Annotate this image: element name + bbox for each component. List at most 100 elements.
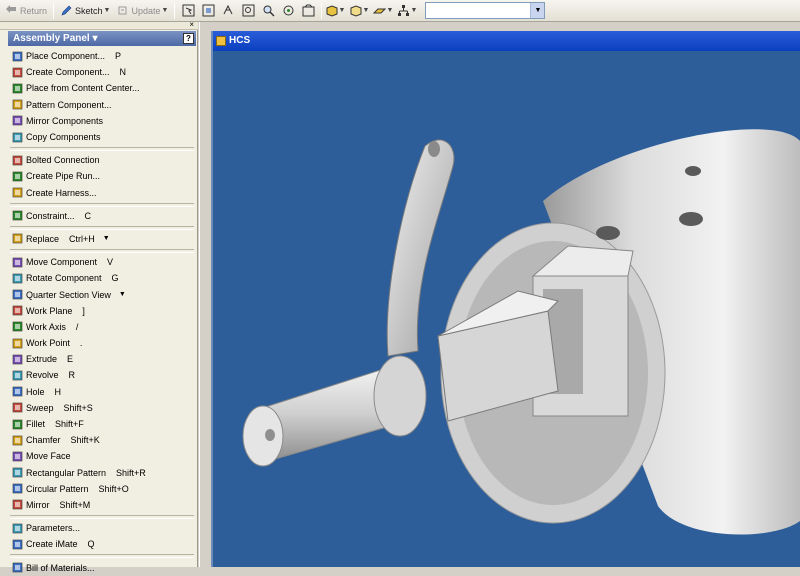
panel-divider xyxy=(10,554,194,559)
panel-command-label: Work Plane xyxy=(26,305,73,316)
panel-command-imate[interactable]: Create iMate Q xyxy=(8,536,196,552)
panel-command-rotate-component[interactable]: Rotate Component G xyxy=(8,270,196,286)
panel-command-chamfer[interactable]: Chamfer Shift+K xyxy=(8,432,196,448)
panel-command-shortcut: H xyxy=(54,386,62,397)
select-tool-button[interactable] xyxy=(178,2,198,20)
panel-command-label: Circular Pattern xyxy=(26,483,89,494)
sketch-button[interactable]: Sketch ▼ xyxy=(57,2,113,20)
panel-command-hole[interactable]: Hole H xyxy=(8,384,196,400)
panel-divider xyxy=(10,515,194,520)
panel-command-work-point[interactable]: Work Point. xyxy=(8,335,196,351)
structure-dropdown-icon[interactable]: ▼ xyxy=(411,7,418,14)
panel-command-replace[interactable]: Replace Ctrl+H ▼ xyxy=(8,231,196,247)
panel-header[interactable]: Assembly Panel ▾ ? xyxy=(8,31,196,46)
panel-command-work-axis[interactable]: Work Axis / xyxy=(8,319,196,335)
zoom-button[interactable] xyxy=(238,2,258,20)
panel-command-bill-of-materials[interactable]: Bill of Materials... xyxy=(8,559,196,575)
graphics-window[interactable]: HCS xyxy=(211,31,800,567)
update-button[interactable]: Update ▼ xyxy=(113,2,171,20)
panel-command-mirror-components[interactable]: Mirror Components xyxy=(8,113,196,129)
panel-command-mirror[interactable]: Mirror Shift+M xyxy=(8,497,196,513)
panel-command-work-plane[interactable]: Work Plane] xyxy=(8,303,196,319)
harness-icon xyxy=(12,187,23,198)
graphics-window-title: HCS xyxy=(229,35,251,46)
panel-command-revolve[interactable]: Revolve R xyxy=(8,367,196,383)
ground-plane-icon xyxy=(373,8,386,14)
lever-arm xyxy=(386,139,455,357)
structure-button[interactable]: ▼ xyxy=(397,2,417,20)
panel-title-dropdown-icon[interactable]: ▾ xyxy=(93,33,98,44)
camera-mode-button[interactable]: ▼ xyxy=(349,2,369,20)
panel-grip[interactable]: × xyxy=(0,20,198,30)
create-component-icon xyxy=(12,67,23,78)
panel-command-place-component[interactable]: Place Component... P xyxy=(8,48,196,64)
panel-command-sweep[interactable]: Sweep Shift+S xyxy=(8,400,196,416)
panel-command-label: Bolted Connection xyxy=(26,155,100,166)
panel-close-icon[interactable]: × xyxy=(189,20,194,29)
panel-command-pipe-run[interactable]: Create Pipe Run... xyxy=(8,168,196,184)
panel-command-label: Place Component... xyxy=(26,51,106,62)
panel-command-move-face[interactable]: Move Face xyxy=(8,448,196,464)
work-point-icon xyxy=(12,338,23,348)
panel-command-circular-pattern[interactable]: Circular Pattern Shift+O xyxy=(8,481,196,497)
panel-command-shortcut: N xyxy=(119,67,127,78)
panel-command-extrude[interactable]: Extrude E xyxy=(8,351,196,367)
panel-command-bolted-connection[interactable]: Bolted Connection xyxy=(8,152,196,168)
panel-command-pattern-component[interactable]: Pattern Component... xyxy=(8,97,196,113)
zoom-icon xyxy=(242,4,255,17)
panel-command-shortcut: Shift+O xyxy=(98,483,129,494)
panel-command-fillet[interactable]: Fillet Shift+F xyxy=(8,416,196,432)
panel-command-create-component[interactable]: Create Component... N xyxy=(8,64,196,80)
panel-command-content-center[interactable]: Place from Content Center... xyxy=(8,80,196,96)
sketch-dropdown-icon[interactable]: ▼ xyxy=(104,7,111,14)
parameters-icon xyxy=(12,523,23,533)
panel-divider xyxy=(10,225,194,230)
panel-command-label: Create Harness... xyxy=(26,187,97,198)
model-view[interactable] xyxy=(213,51,800,567)
panel-command-constraint[interactable]: Constraint... C xyxy=(8,208,196,224)
panel-command-label: Rotate Component xyxy=(26,273,102,284)
panel-command-move-component[interactable]: Move Component V xyxy=(8,254,196,270)
panel-command-shortcut: R xyxy=(68,370,76,381)
update-dropdown-icon[interactable]: ▼ xyxy=(162,7,169,14)
combo-dropdown-icon[interactable]: ▼ xyxy=(530,3,545,18)
return-button[interactable]: Return xyxy=(2,2,50,20)
display-mode-button[interactable]: ▼ xyxy=(325,2,345,20)
command-dropdown-icon[interactable]: ▼ xyxy=(103,235,110,242)
place-component-icon xyxy=(12,51,23,61)
mirror-components-icon xyxy=(12,116,23,126)
panel-command-shortcut: Shift+S xyxy=(63,402,93,413)
panel-command-label: Chamfer xyxy=(26,435,61,446)
design-view-combo[interactable]: ▼ xyxy=(425,2,546,19)
camera-mode-dropdown-icon[interactable]: ▼ xyxy=(363,7,370,14)
panel-command-harness[interactable]: Create Harness... xyxy=(8,185,196,201)
display-mode-dropdown-icon[interactable]: ▼ xyxy=(339,7,346,14)
help-icon[interactable]: ? xyxy=(183,33,194,44)
zoom-all-button[interactable] xyxy=(198,2,218,20)
panel-splitter[interactable] xyxy=(199,22,211,567)
zoom-window-icon xyxy=(223,4,233,15)
orbit-button[interactable] xyxy=(278,2,298,20)
zoom-in-out-button[interactable] xyxy=(258,2,278,20)
panel-command-label: Move Face xyxy=(26,451,71,462)
ground-plane-dropdown-icon[interactable]: ▼ xyxy=(387,7,394,14)
work-plane-icon xyxy=(12,305,23,316)
graphics-window-title-bar[interactable]: HCS xyxy=(213,31,800,51)
look-at-button[interactable] xyxy=(298,2,318,20)
zoom-window-button[interactable] xyxy=(218,2,238,20)
panel-command-copy-components[interactable]: Copy Components xyxy=(8,129,196,145)
ground-plane-button[interactable]: ▼ xyxy=(373,2,393,20)
panel-command-label: Revolve xyxy=(26,370,59,381)
return-arrow-icon xyxy=(6,5,16,13)
panel-command-shortcut: C xyxy=(84,210,92,221)
panel-command-section-view[interactable]: Quarter Section View ▼ xyxy=(8,286,196,302)
select-icon xyxy=(182,4,195,17)
panel-command-shortcut: V xyxy=(107,257,114,268)
panel-command-parameters[interactable]: Parameters... xyxy=(8,520,196,536)
panel-command-label: Parameters... xyxy=(26,523,81,534)
panel-command-label: Constraint... xyxy=(26,210,75,221)
panel-command-rectangular-pattern[interactable]: Rectangular Pattern Shift+R xyxy=(8,465,196,481)
panel-command-shortcut: Shift+R xyxy=(116,467,146,478)
command-dropdown-icon[interactable]: ▼ xyxy=(119,291,126,298)
panel-command-shortcut: E xyxy=(67,354,74,365)
